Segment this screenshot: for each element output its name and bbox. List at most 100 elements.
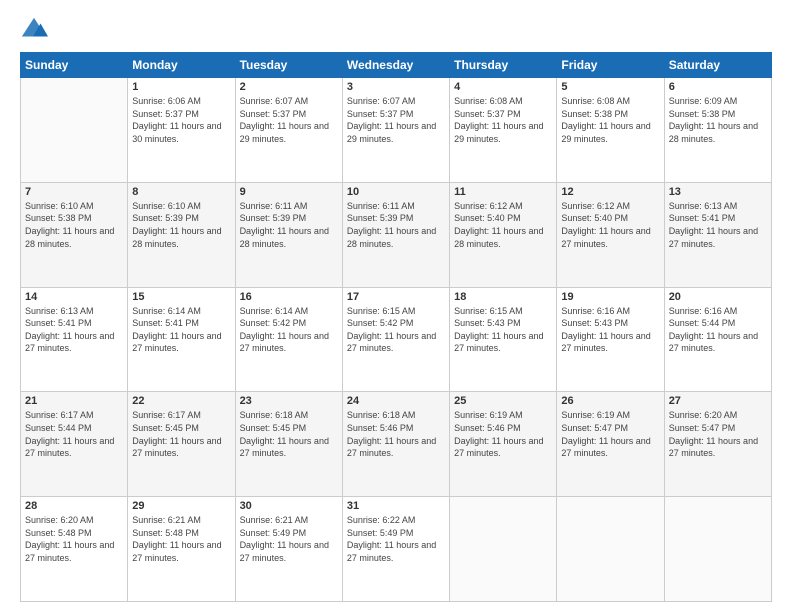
day-number: 25: [454, 395, 552, 407]
day-info: Sunrise: 6:14 AM Sunset: 5:41 PM Dayligh…: [132, 305, 230, 355]
calendar-cell: [450, 497, 557, 602]
day-number: 7: [25, 186, 123, 198]
day-number: 8: [132, 186, 230, 198]
week-row-3: 14 Sunrise: 6:13 AM Sunset: 5:41 PM Dayl…: [21, 287, 772, 392]
day-number: 2: [240, 81, 338, 93]
day-info: Sunrise: 6:12 AM Sunset: 5:40 PM Dayligh…: [561, 200, 659, 250]
day-info: Sunrise: 6:13 AM Sunset: 5:41 PM Dayligh…: [25, 305, 123, 355]
weekday-header-friday: Friday: [557, 53, 664, 78]
page: SundayMondayTuesdayWednesdayThursdayFrid…: [0, 0, 792, 612]
calendar-cell: 28 Sunrise: 6:20 AM Sunset: 5:48 PM Dayl…: [21, 497, 128, 602]
day-number: 5: [561, 81, 659, 93]
day-info: Sunrise: 6:08 AM Sunset: 5:38 PM Dayligh…: [561, 95, 659, 145]
day-number: 1: [132, 81, 230, 93]
day-info: Sunrise: 6:19 AM Sunset: 5:47 PM Dayligh…: [561, 409, 659, 459]
day-number: 14: [25, 291, 123, 303]
calendar-cell: [21, 78, 128, 183]
calendar-cell: 22 Sunrise: 6:17 AM Sunset: 5:45 PM Dayl…: [128, 392, 235, 497]
day-number: 21: [25, 395, 123, 407]
calendar-cell: 29 Sunrise: 6:21 AM Sunset: 5:48 PM Dayl…: [128, 497, 235, 602]
day-number: 11: [454, 186, 552, 198]
weekday-header-thursday: Thursday: [450, 53, 557, 78]
day-info: Sunrise: 6:09 AM Sunset: 5:38 PM Dayligh…: [669, 95, 767, 145]
weekday-header-sunday: Sunday: [21, 53, 128, 78]
day-info: Sunrise: 6:10 AM Sunset: 5:38 PM Dayligh…: [25, 200, 123, 250]
calendar-cell: 15 Sunrise: 6:14 AM Sunset: 5:41 PM Dayl…: [128, 287, 235, 392]
calendar-cell: 17 Sunrise: 6:15 AM Sunset: 5:42 PM Dayl…: [342, 287, 449, 392]
calendar-cell: 12 Sunrise: 6:12 AM Sunset: 5:40 PM Dayl…: [557, 182, 664, 287]
calendar-cell: 3 Sunrise: 6:07 AM Sunset: 5:37 PM Dayli…: [342, 78, 449, 183]
calendar-cell: 4 Sunrise: 6:08 AM Sunset: 5:37 PM Dayli…: [450, 78, 557, 183]
calendar-cell: 6 Sunrise: 6:09 AM Sunset: 5:38 PM Dayli…: [664, 78, 771, 183]
calendar-cell: 23 Sunrise: 6:18 AM Sunset: 5:45 PM Dayl…: [235, 392, 342, 497]
calendar-cell: 11 Sunrise: 6:12 AM Sunset: 5:40 PM Dayl…: [450, 182, 557, 287]
day-info: Sunrise: 6:08 AM Sunset: 5:37 PM Dayligh…: [454, 95, 552, 145]
logo: [20, 16, 52, 44]
day-number: 6: [669, 81, 767, 93]
day-number: 20: [669, 291, 767, 303]
day-number: 28: [25, 500, 123, 512]
day-info: Sunrise: 6:16 AM Sunset: 5:44 PM Dayligh…: [669, 305, 767, 355]
day-info: Sunrise: 6:07 AM Sunset: 5:37 PM Dayligh…: [347, 95, 445, 145]
day-info: Sunrise: 6:22 AM Sunset: 5:49 PM Dayligh…: [347, 514, 445, 564]
day-number: 17: [347, 291, 445, 303]
day-number: 10: [347, 186, 445, 198]
day-info: Sunrise: 6:21 AM Sunset: 5:49 PM Dayligh…: [240, 514, 338, 564]
weekday-header-wednesday: Wednesday: [342, 53, 449, 78]
calendar-cell: 5 Sunrise: 6:08 AM Sunset: 5:38 PM Dayli…: [557, 78, 664, 183]
calendar-cell: 16 Sunrise: 6:14 AM Sunset: 5:42 PM Dayl…: [235, 287, 342, 392]
calendar-cell: [664, 497, 771, 602]
calendar-cell: 30 Sunrise: 6:21 AM Sunset: 5:49 PM Dayl…: [235, 497, 342, 602]
day-number: 13: [669, 186, 767, 198]
calendar-cell: 14 Sunrise: 6:13 AM Sunset: 5:41 PM Dayl…: [21, 287, 128, 392]
day-number: 3: [347, 81, 445, 93]
week-row-5: 28 Sunrise: 6:20 AM Sunset: 5:48 PM Dayl…: [21, 497, 772, 602]
calendar-cell: [557, 497, 664, 602]
day-number: 19: [561, 291, 659, 303]
weekday-header-monday: Monday: [128, 53, 235, 78]
day-info: Sunrise: 6:19 AM Sunset: 5:46 PM Dayligh…: [454, 409, 552, 459]
weekday-header-row: SundayMondayTuesdayWednesdayThursdayFrid…: [21, 53, 772, 78]
calendar-cell: 31 Sunrise: 6:22 AM Sunset: 5:49 PM Dayl…: [342, 497, 449, 602]
day-info: Sunrise: 6:11 AM Sunset: 5:39 PM Dayligh…: [347, 200, 445, 250]
week-row-1: 1 Sunrise: 6:06 AM Sunset: 5:37 PM Dayli…: [21, 78, 772, 183]
calendar-cell: 8 Sunrise: 6:10 AM Sunset: 5:39 PM Dayli…: [128, 182, 235, 287]
day-info: Sunrise: 6:20 AM Sunset: 5:47 PM Dayligh…: [669, 409, 767, 459]
logo-icon: [20, 16, 48, 44]
header: [20, 16, 772, 44]
day-info: Sunrise: 6:18 AM Sunset: 5:45 PM Dayligh…: [240, 409, 338, 459]
day-number: 29: [132, 500, 230, 512]
day-info: Sunrise: 6:06 AM Sunset: 5:37 PM Dayligh…: [132, 95, 230, 145]
day-number: 15: [132, 291, 230, 303]
day-info: Sunrise: 6:16 AM Sunset: 5:43 PM Dayligh…: [561, 305, 659, 355]
day-info: Sunrise: 6:12 AM Sunset: 5:40 PM Dayligh…: [454, 200, 552, 250]
day-info: Sunrise: 6:11 AM Sunset: 5:39 PM Dayligh…: [240, 200, 338, 250]
day-number: 23: [240, 395, 338, 407]
day-number: 4: [454, 81, 552, 93]
day-number: 24: [347, 395, 445, 407]
day-info: Sunrise: 6:15 AM Sunset: 5:43 PM Dayligh…: [454, 305, 552, 355]
day-number: 26: [561, 395, 659, 407]
day-info: Sunrise: 6:07 AM Sunset: 5:37 PM Dayligh…: [240, 95, 338, 145]
day-number: 16: [240, 291, 338, 303]
day-number: 22: [132, 395, 230, 407]
week-row-2: 7 Sunrise: 6:10 AM Sunset: 5:38 PM Dayli…: [21, 182, 772, 287]
calendar-cell: 10 Sunrise: 6:11 AM Sunset: 5:39 PM Dayl…: [342, 182, 449, 287]
week-row-4: 21 Sunrise: 6:17 AM Sunset: 5:44 PM Dayl…: [21, 392, 772, 497]
day-info: Sunrise: 6:17 AM Sunset: 5:44 PM Dayligh…: [25, 409, 123, 459]
calendar-cell: 19 Sunrise: 6:16 AM Sunset: 5:43 PM Dayl…: [557, 287, 664, 392]
calendar-cell: 7 Sunrise: 6:10 AM Sunset: 5:38 PM Dayli…: [21, 182, 128, 287]
weekday-header-saturday: Saturday: [664, 53, 771, 78]
day-info: Sunrise: 6:21 AM Sunset: 5:48 PM Dayligh…: [132, 514, 230, 564]
calendar-cell: 20 Sunrise: 6:16 AM Sunset: 5:44 PM Dayl…: [664, 287, 771, 392]
calendar-cell: 1 Sunrise: 6:06 AM Sunset: 5:37 PM Dayli…: [128, 78, 235, 183]
day-info: Sunrise: 6:10 AM Sunset: 5:39 PM Dayligh…: [132, 200, 230, 250]
day-number: 31: [347, 500, 445, 512]
day-number: 30: [240, 500, 338, 512]
day-info: Sunrise: 6:20 AM Sunset: 5:48 PM Dayligh…: [25, 514, 123, 564]
calendar-cell: 25 Sunrise: 6:19 AM Sunset: 5:46 PM Dayl…: [450, 392, 557, 497]
calendar-cell: 13 Sunrise: 6:13 AM Sunset: 5:41 PM Dayl…: [664, 182, 771, 287]
calendar-cell: 24 Sunrise: 6:18 AM Sunset: 5:46 PM Dayl…: [342, 392, 449, 497]
calendar-cell: 9 Sunrise: 6:11 AM Sunset: 5:39 PM Dayli…: [235, 182, 342, 287]
day-info: Sunrise: 6:13 AM Sunset: 5:41 PM Dayligh…: [669, 200, 767, 250]
